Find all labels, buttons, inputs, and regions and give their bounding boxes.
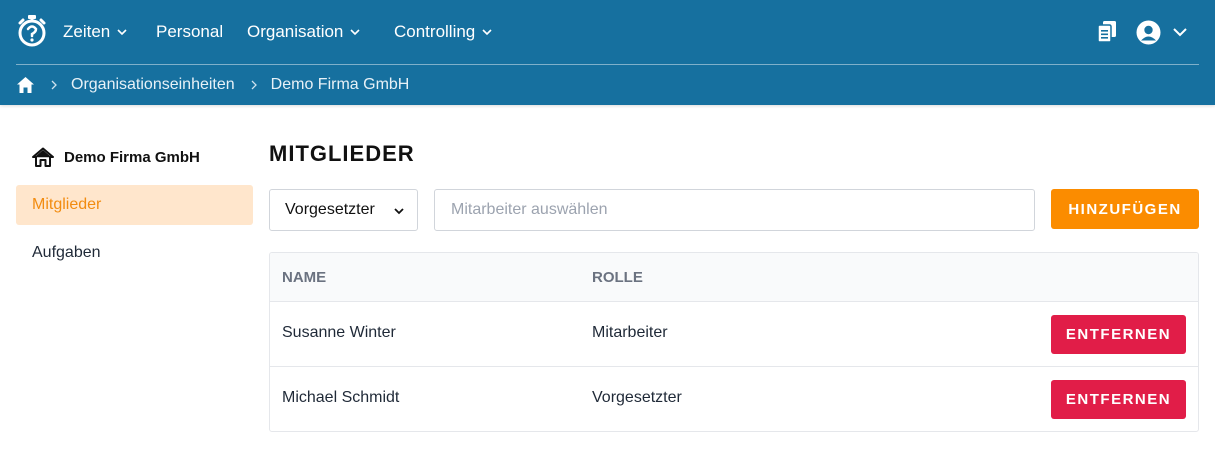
user-circle-icon — [1136, 20, 1161, 44]
nav-personal-label: Personal — [156, 22, 224, 41]
nav-organisation-label: Organisation — [247, 22, 344, 41]
breadcrumb-demo-firma[interactable]: Demo Firma GmbH — [271, 76, 410, 94]
member-name: Michael Schmidt — [282, 389, 400, 406]
sidebar-item-label: Aufgaben — [32, 244, 101, 261]
sidebar-title-label: Demo Firma GmbH — [64, 148, 200, 166]
role-select-value: Vorgesetzter — [285, 201, 375, 218]
user-menu[interactable] — [1136, 19, 1189, 45]
chevron-down-icon — [117, 29, 127, 36]
nav-zeiten[interactable]: Zeiten — [63, 20, 128, 44]
table-header: NAME ROLLE — [270, 253, 1198, 302]
home-icon — [32, 147, 54, 167]
remove-button[interactable]: ENTFERNEN — [1051, 315, 1186, 354]
nav-controlling-label: Controlling — [394, 22, 476, 41]
app-header: Zeiten Personal Organisation Controlling — [0, 0, 1215, 105]
chevron-right-icon — [51, 80, 57, 90]
nav-zeiten-label: Zeiten — [63, 22, 111, 41]
role-select[interactable]: Vorgesetzter — [269, 189, 418, 231]
sidebar-item-label: Mitglieder — [32, 196, 102, 213]
chevron-down-icon — [1173, 28, 1187, 37]
chevron-down-icon — [394, 208, 404, 215]
table-row: Michael Schmidt Vorgesetzter ENTFERNEN — [270, 367, 1198, 431]
column-header-name: NAME — [282, 269, 327, 286]
breadcrumb: Organisationseinheiten Demo Firma GmbH — [16, 74, 409, 96]
add-button[interactable]: HINZUFÜGEN — [1051, 189, 1199, 229]
remove-button[interactable]: ENTFERNEN — [1051, 380, 1186, 419]
chevron-right-icon — [251, 80, 257, 90]
clipboard-icon[interactable] — [1096, 20, 1118, 44]
breadcrumb-organisationseinheiten[interactable]: Organisationseinheiten — [71, 76, 235, 94]
chevron-down-icon — [350, 29, 360, 36]
member-role: Vorgesetzter — [592, 389, 682, 406]
header-divider — [16, 64, 1199, 65]
chevron-down-icon — [482, 29, 492, 36]
member-name: Susanne Winter — [282, 324, 396, 341]
top-navigation: Zeiten Personal Organisation Controlling — [0, 0, 1215, 64]
nav-organisation[interactable]: Organisation — [247, 20, 361, 44]
sidebar-title: Demo Firma GmbH — [32, 146, 200, 168]
table-row: Susanne Winter Mitarbeiter ENTFERNEN — [270, 302, 1198, 367]
member-role: Mitarbeiter — [592, 324, 668, 341]
sidebar-item-aufgaben[interactable]: Aufgaben — [16, 233, 253, 273]
nav-controlling[interactable]: Controlling — [394, 20, 493, 44]
members-table: NAME ROLLE Susanne Winter Mitarbeiter EN… — [269, 252, 1199, 432]
column-header-role: ROLLE — [592, 269, 643, 286]
page-title: MITGLIEDER — [269, 141, 415, 166]
nav-personal[interactable]: Personal — [156, 20, 223, 44]
home-icon[interactable] — [16, 76, 35, 94]
sidebar-item-mitglieder[interactable]: Mitglieder — [16, 185, 253, 225]
stopwatch-icon[interactable] — [16, 14, 48, 48]
employee-search-input[interactable] — [434, 189, 1035, 231]
